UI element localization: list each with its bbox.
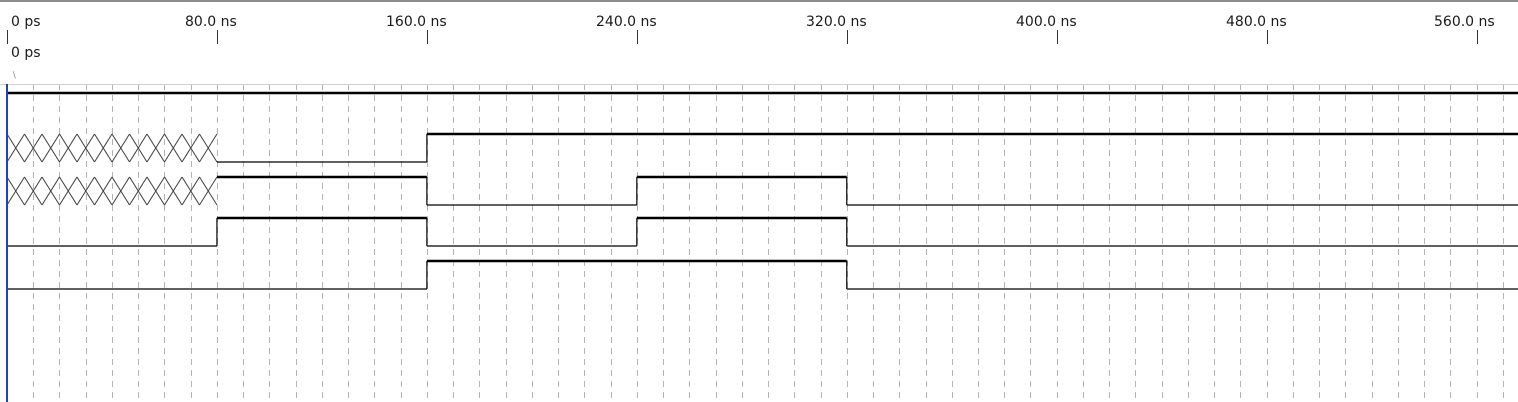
signal-trace-5[interactable] xyxy=(7,259,1518,290)
ruler-tick-label: 400.0 ns xyxy=(1016,14,1077,30)
waveform-canvas[interactable] xyxy=(0,0,1518,402)
signal-trace-2[interactable] xyxy=(6,132,1518,163)
cursor-time-label: 0 ps xyxy=(11,45,41,61)
ruler-tick-label: 80.0 ns xyxy=(185,14,237,30)
ruler-tick-label: 560.0 ns xyxy=(1434,14,1495,30)
signal-trace-4[interactable] xyxy=(7,216,1518,247)
ruler-tick-label: 240.0 ns xyxy=(596,14,657,30)
ruler-tick-label: 160.0 ns xyxy=(386,14,447,30)
ruler-tick-label: 0 ps xyxy=(11,14,41,30)
waveform-viewer[interactable]: 0 ps 80.0 ns 160.0 ns 240.0 ns 320.0 ns … xyxy=(0,0,1518,402)
time-ruler[interactable]: 0 ps 80.0 ns 160.0 ns 240.0 ns 320.0 ns … xyxy=(0,0,1518,44)
ruler-tick-label: 320.0 ns xyxy=(806,14,867,30)
ruler-tick-label: 480.0 ns xyxy=(1226,14,1287,30)
signal-trace-3[interactable] xyxy=(6,175,1518,206)
cursor-flag-icon[interactable]: ∖ xyxy=(11,71,17,81)
